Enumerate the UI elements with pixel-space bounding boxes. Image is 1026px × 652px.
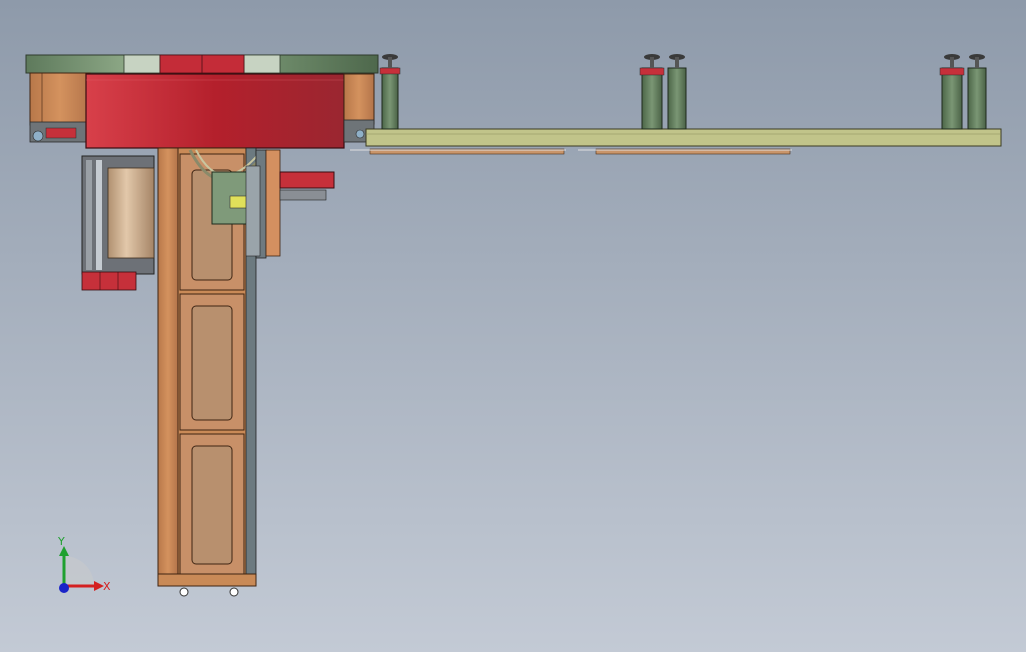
- support-post-3: [939, 54, 987, 130]
- z-axis-origin: [59, 583, 69, 593]
- y-axis-label: Y: [57, 535, 65, 548]
- caster-wheel: [179, 587, 189, 597]
- caster-wheel: [229, 587, 239, 597]
- top-ring: [25, 54, 379, 74]
- pressing-arm: [279, 171, 335, 201]
- door-panel-3: [179, 433, 245, 575]
- x-axis-label: X: [103, 580, 111, 593]
- machine-drawing: Y X: [25, 54, 1002, 597]
- horizontal-rail: [350, 128, 1002, 155]
- film-roll-carriage: [81, 155, 155, 291]
- red-drum-housing: [85, 73, 345, 149]
- support-post-2: [639, 54, 687, 130]
- cad-viewport[interactable]: Y X: [0, 0, 1026, 652]
- axis-triad: Y X: [57, 535, 111, 593]
- door-panel-2: [179, 293, 245, 431]
- left-gearbox: [29, 72, 91, 143]
- mast-base: [157, 573, 257, 587]
- support-post-1: [379, 54, 401, 130]
